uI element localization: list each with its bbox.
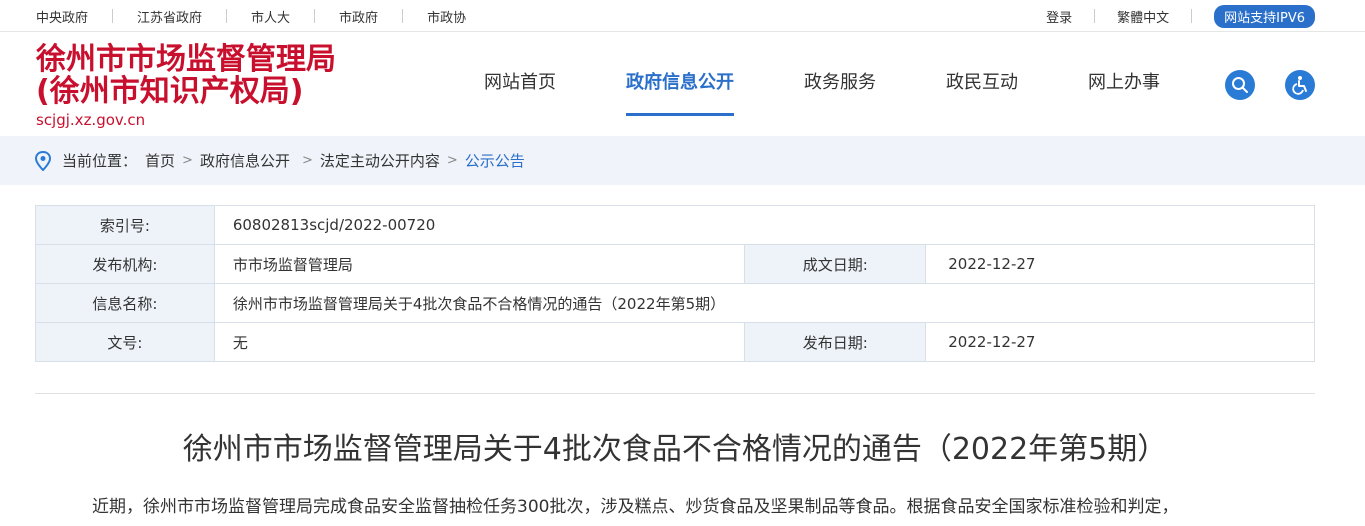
doc-number-value: 无 [213, 322, 746, 362]
nav-interaction[interactable]: 政民互动 [946, 68, 1018, 116]
breadcrumb-separator: > [182, 153, 193, 168]
top-link-central-gov[interactable]: 中央政府 [36, 7, 88, 26]
divider [226, 9, 228, 23]
published-date-label: 发布日期: [744, 322, 927, 362]
breadcrumb-gov-info[interactable]: 政府信息公开 [200, 150, 290, 171]
search-button[interactable] [1225, 70, 1255, 100]
top-bar: 中央政府 江苏省政府 市人大 市政府 市政协 登录 繁體中文 网站支持IPV6 [0, 0, 1365, 32]
divider [1094, 9, 1096, 23]
nav-gov-service[interactable]: 政务服务 [804, 68, 876, 116]
index-value: 60802813scjd/2022-00720 [213, 205, 1316, 245]
search-icon [1232, 77, 1248, 93]
info-table: 索引号: 60802813scjd/2022-00720 发布机构: 市市场监督… [35, 205, 1316, 362]
article-body: 近期，徐州市市场监督管理局完成食品安全监督抽检任务300批次，涉及糕点、炒货食品… [92, 497, 1179, 517]
breadcrumb-label: 当前位置： [62, 152, 138, 170]
top-link-city-congress[interactable]: 市人大 [251, 7, 290, 26]
accessibility-icon [1292, 76, 1307, 95]
breadcrumb-bar: 当前位置： 首页 > 政府信息公开 > 法定主动公开内容 > 公示公告 [0, 136, 1365, 185]
site-url: scjgj.xz.gov.cn [36, 111, 146, 129]
location-pin-icon [34, 150, 52, 171]
content-divider [35, 393, 1315, 394]
created-date-value: 2022-12-27 [925, 244, 1315, 284]
ipv6-badge[interactable]: 网站支持IPV6 [1214, 4, 1315, 28]
published-date-value: 2022-12-27 [925, 322, 1315, 362]
breadcrumb-current[interactable]: 公示公告 [465, 150, 525, 171]
login-link[interactable]: 登录 [1046, 7, 1072, 26]
main-nav: 网站首页 政府信息公开 政务服务 政民互动 网上办事 [484, 68, 1230, 116]
divider [112, 9, 114, 23]
nav-home[interactable]: 网站首页 [484, 68, 556, 116]
divider [1191, 9, 1193, 23]
created-date-label: 成文日期: [744, 244, 927, 284]
top-right-links: 登录 繁體中文 网站支持IPV6 [1046, 0, 1315, 32]
breadcrumb-separator: > [446, 153, 458, 168]
doc-number-label: 文号: [35, 322, 215, 362]
table-row: 索引号: 60802813scjd/2022-00720 [35, 205, 1316, 245]
breadcrumb-separator: > [301, 153, 313, 168]
breadcrumb-statutory[interactable]: 法定主动公开内容 [320, 150, 440, 171]
info-name-value: 徐州市市场监督管理局关于4批次食品不合格情况的通告（2022年第5期） [213, 283, 1316, 323]
article-title: 徐州市市场监督管理局关于4批次食品不合格情况的通告（2022年第5期） [182, 432, 1168, 467]
top-links: 中央政府 江苏省政府 市人大 市政府 市政协 [36, 0, 466, 32]
site-logo[interactable]: 徐州市市场监督管理局 (徐州市知识产权局) [36, 44, 336, 108]
top-link-city-gov[interactable]: 市政府 [339, 7, 378, 26]
traditional-chinese-link[interactable]: 繁體中文 [1117, 7, 1169, 26]
divider [314, 9, 316, 23]
org-value: 市市场监督管理局 [213, 244, 746, 284]
top-link-province-gov[interactable]: 江苏省政府 [137, 7, 202, 26]
top-link-cppcc[interactable]: 市政协 [427, 7, 466, 26]
divider [402, 9, 404, 23]
site-title-line1: 徐州市市场监督管理局 [36, 42, 336, 77]
table-row: 发布机构: 市市场监督管理局 成文日期: 2022-12-27 [35, 244, 1315, 284]
table-row: 文号: 无 发布日期: 2022-12-27 [35, 322, 1315, 362]
info-name-label: 信息名称: [35, 283, 215, 323]
site-title-line2: (徐州市知识产权局) [36, 74, 304, 109]
nav-online-office[interactable]: 网上办事 [1088, 68, 1160, 116]
table-row: 信息名称: 徐州市市场监督管理局关于4批次食品不合格情况的通告（2022年第5期… [35, 283, 1316, 323]
accessibility-button[interactable] [1285, 70, 1315, 100]
org-label: 发布机构: [35, 244, 215, 284]
breadcrumb-home[interactable]: 首页 [145, 150, 175, 171]
breadcrumb: 当前位置： 首页 > 政府信息公开 > 法定主动公开内容 > 公示公告 [34, 136, 525, 185]
nav-gov-info[interactable]: 政府信息公开 [626, 68, 734, 116]
index-label: 索引号: [35, 205, 215, 245]
